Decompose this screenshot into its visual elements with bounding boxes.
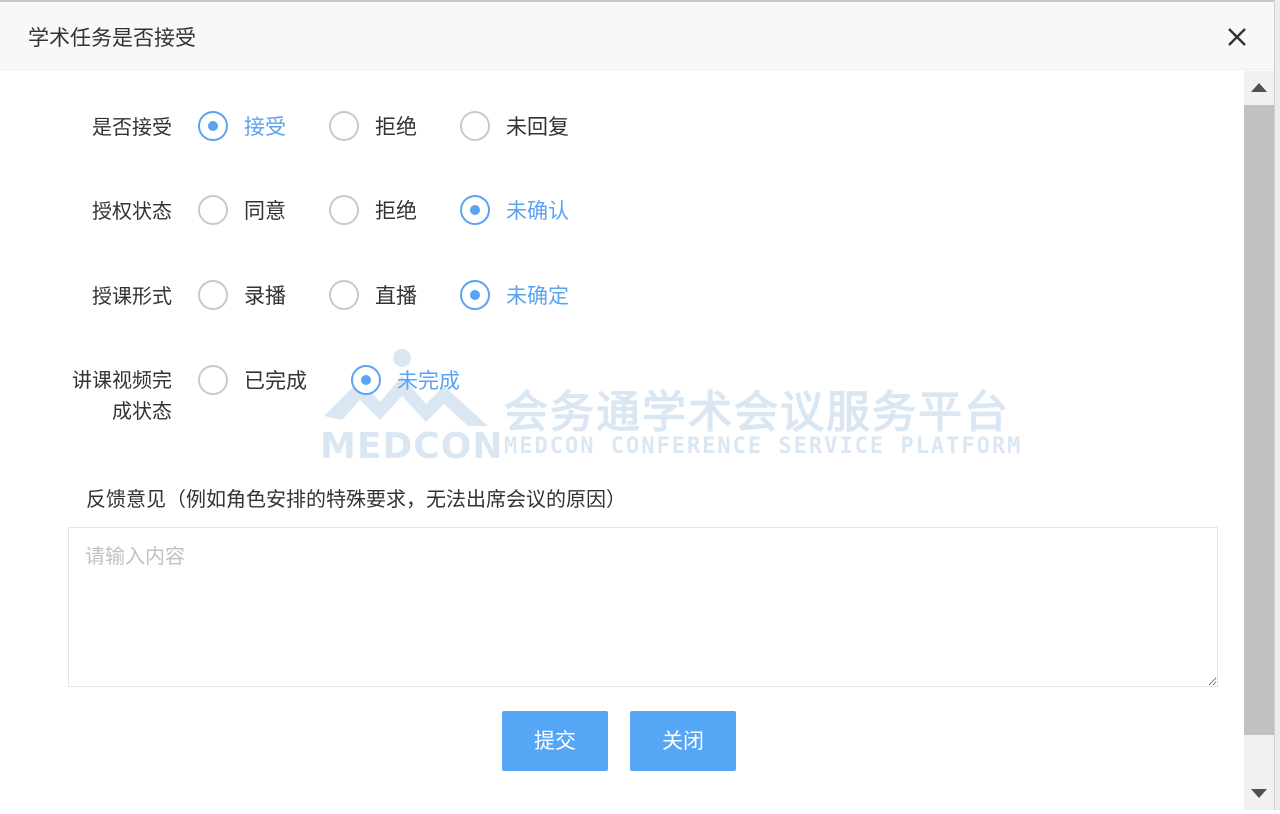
authorization-label: 授权状态 [92, 199, 172, 223]
submit-button[interactable]: 提交 [502, 711, 608, 771]
radio-label: 拒绝 [375, 115, 417, 139]
radio-unchecked-icon[interactable] [198, 365, 228, 395]
accept-task-dialog: 学术任务是否接受 MEDCON 会务通学术会议服务平台 MEDCON CONFE… [0, 0, 1280, 810]
scrollbar-thumb[interactable] [1244, 105, 1274, 735]
close-icon[interactable] [1222, 22, 1252, 52]
radio-checked-icon[interactable] [460, 280, 490, 310]
feedback-textarea[interactable] [68, 527, 1218, 687]
radio-label: 未确认 [506, 199, 569, 223]
radio-label: 录播 [244, 284, 286, 308]
radio-checked-icon[interactable] [198, 111, 228, 141]
radio-unchecked-icon[interactable] [329, 195, 359, 225]
watermark-subtitle: MEDCON CONFERENCE SERVICE PLATFORM [504, 434, 1023, 459]
watermark-logo-icon [324, 349, 488, 426]
close-button[interactable]: 关闭 [630, 711, 736, 771]
radio-unchecked-icon[interactable] [329, 111, 359, 141]
scroll-up-arrow-icon[interactable] [1244, 71, 1274, 105]
radio-unchecked-icon[interactable] [329, 280, 359, 310]
radio-label: 未完成 [397, 369, 460, 393]
video-status-label: 讲课视频完 成状态 [42, 365, 172, 427]
radio-checked-icon[interactable] [460, 195, 490, 225]
dialog-body: MEDCON 会务通学术会议服务平台 MEDCON CONFERENCE SER… [0, 71, 1244, 810]
radio-unchecked-icon[interactable] [460, 111, 490, 141]
scroll-down-arrow-icon[interactable] [1244, 776, 1274, 810]
watermark-title: 会务通学术会议服务平台 [504, 387, 1010, 438]
accept-label: 是否接受 [92, 115, 172, 139]
dialog-header: 学术任务是否接受 [0, 0, 1274, 70]
radio-label: 已完成 [244, 369, 307, 393]
radio-label: 拒绝 [375, 199, 417, 223]
radio-label: 未回复 [506, 115, 569, 139]
video-status-label-line1: 讲课视频完 [72, 368, 172, 392]
video-status-label-line2: 成状态 [112, 399, 172, 423]
radio-label: 同意 [244, 199, 286, 223]
vertical-scrollbar[interactable] [1244, 71, 1274, 810]
window-edge [1274, 0, 1280, 810]
radio-checked-icon[interactable] [351, 365, 381, 395]
radio-label: 未确定 [506, 284, 569, 308]
radio-label: 直播 [375, 284, 417, 308]
watermark-brand: MEDCON [320, 426, 504, 467]
radio-unchecked-icon[interactable] [198, 280, 228, 310]
radio-unchecked-icon[interactable] [198, 195, 228, 225]
dialog-title: 学术任务是否接受 [28, 26, 196, 50]
feedback-label: 反馈意见（例如角色安排的特殊要求，无法出席会议的原因） [86, 487, 626, 511]
watermark: MEDCON 会务通学术会议服务平台 MEDCON CONFERENCE SER… [318, 346, 1020, 467]
lecture-format-label: 授课形式 [92, 284, 172, 308]
radio-label: 接受 [244, 115, 286, 139]
